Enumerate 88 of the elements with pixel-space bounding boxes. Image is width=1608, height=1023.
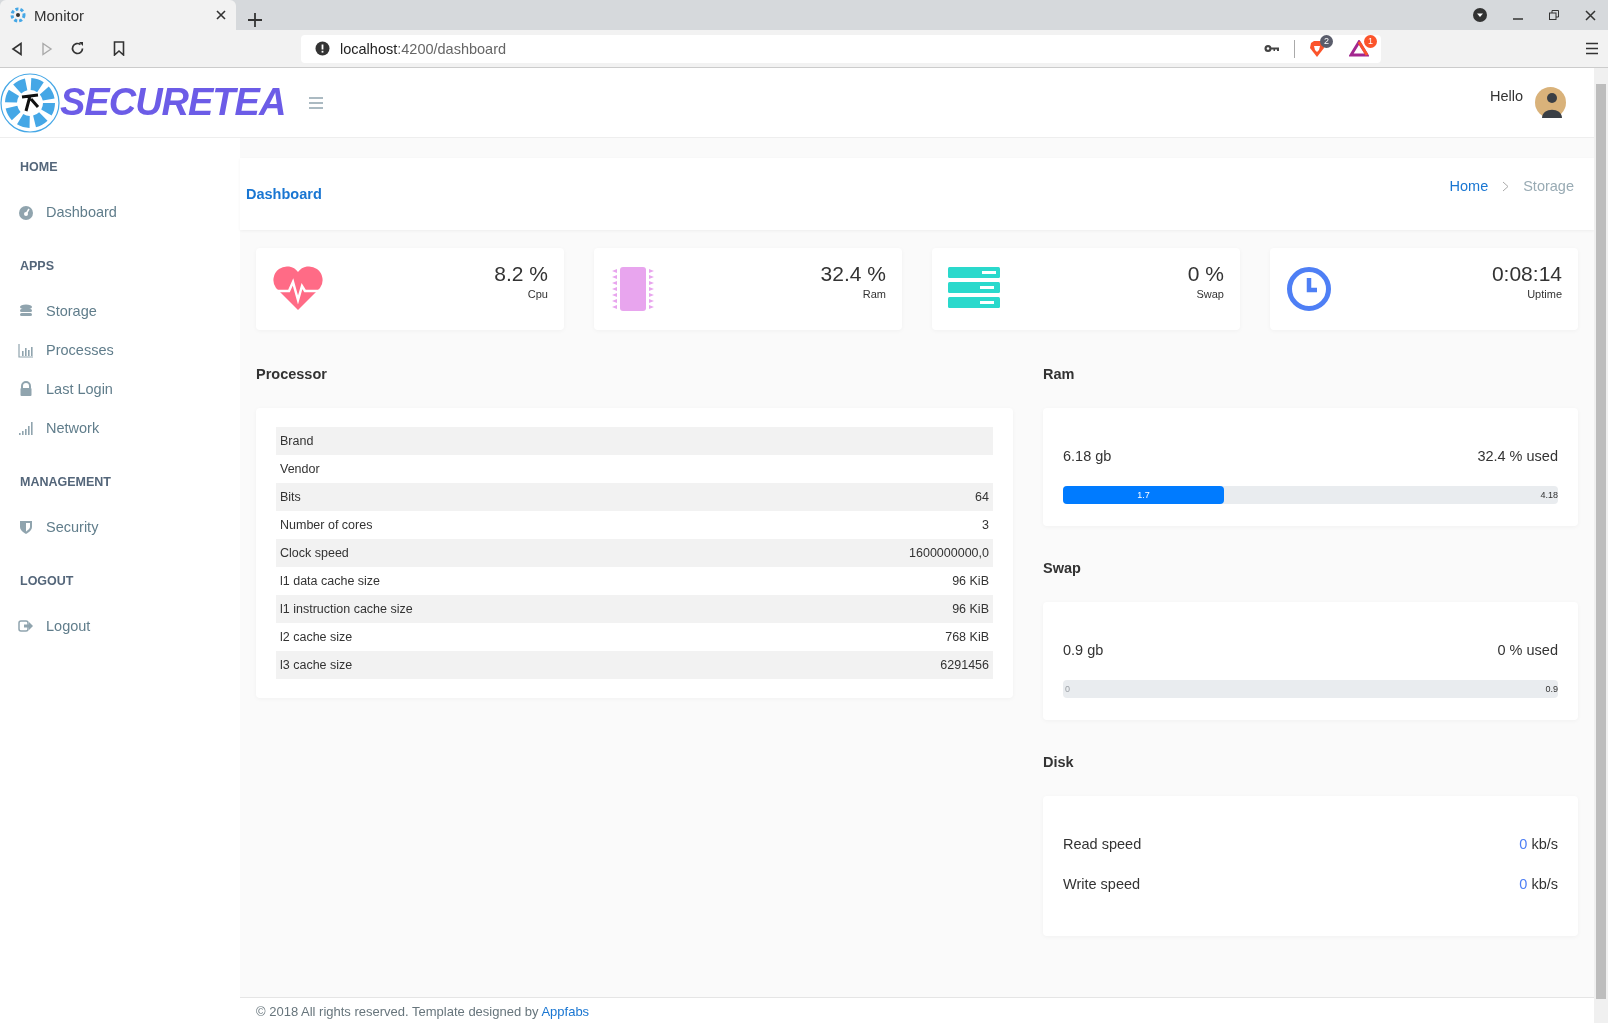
page-title: Dashboard xyxy=(246,186,322,202)
nav-section-title: HOME xyxy=(19,159,59,176)
table-cell: 1600000000,0 xyxy=(909,546,989,560)
memory-used: 32.4 % used xyxy=(1477,448,1558,464)
count-badge: 1 xyxy=(1364,35,1377,48)
stat-label: Swap xyxy=(1195,288,1224,300)
stat-label: Cpu xyxy=(526,288,548,300)
footer-link[interactable]: Appfabs xyxy=(541,1004,590,1019)
close-icon[interactable] xyxy=(216,10,226,20)
nav-item[interactable]: Security xyxy=(0,507,240,546)
memory-total: 6.18 gb xyxy=(1063,448,1112,464)
disk-speed: 0 kb/s xyxy=(1519,876,1558,892)
progress-max: 4.18 xyxy=(1540,489,1558,502)
reload-icon[interactable] xyxy=(70,41,85,56)
table-cell: Vendor xyxy=(280,462,320,476)
close-icon[interactable] xyxy=(1585,9,1596,21)
table-cell: Clock speed xyxy=(280,546,349,560)
progress-value: 0 xyxy=(1065,683,1070,696)
table-cell: l1 instruction cache size xyxy=(280,602,413,616)
footer-text: © 2018 All rights reserved. Template designed by Appfabs xyxy=(240,997,1594,1023)
stat-value: 32.4 % xyxy=(820,262,886,286)
table-cell: 768 KiB xyxy=(945,630,989,644)
table-cell: 3 xyxy=(982,518,989,532)
triangle-icon[interactable] xyxy=(1349,40,1369,57)
disk-speed: 0 kb/s xyxy=(1519,836,1558,852)
table-cell: 96 KiB xyxy=(952,574,989,588)
disk-label: Write speed xyxy=(1063,876,1141,892)
scrollbar[interactable] xyxy=(1594,68,1608,1023)
key-icon[interactable] xyxy=(1264,44,1280,53)
table-cell: l2 cache size xyxy=(280,630,353,644)
stat-value: 0 % xyxy=(1187,262,1224,286)
breadcrumb-link[interactable]: Home xyxy=(1449,178,1489,194)
memory-used: 0 % used xyxy=(1497,642,1558,658)
chevron-icon xyxy=(1502,181,1510,192)
table-cell: Bits xyxy=(280,490,301,504)
bookmark-icon[interactable] xyxy=(113,41,125,56)
logo-text: SECURETEA xyxy=(60,81,286,124)
progress-fill: 1.7 xyxy=(1063,486,1224,504)
restore-icon[interactable] xyxy=(1549,10,1559,20)
stat-value: 0:08:14 xyxy=(1491,262,1562,286)
section-title: Ram xyxy=(1043,365,1076,384)
nav-item[interactable]: Last Login xyxy=(0,369,240,408)
avatar-icon[interactable] xyxy=(1535,87,1566,118)
signal-icon xyxy=(18,419,34,436)
nav-item[interactable]: Logout xyxy=(0,606,240,645)
nav-item[interactable]: Storage xyxy=(0,291,240,330)
count-badge: 2 xyxy=(1320,34,1333,48)
gear-icon xyxy=(10,7,26,23)
progress-max: 0.9 xyxy=(1545,683,1558,696)
chip-icon xyxy=(610,265,656,313)
table-cell: 96 KiB xyxy=(952,602,989,616)
table-cell: l1 data cache size xyxy=(280,574,381,588)
gauge-icon xyxy=(18,203,34,220)
stat-value: 8.2 % xyxy=(494,262,548,286)
sign-out-icon xyxy=(18,617,34,634)
plus-icon[interactable] xyxy=(248,13,262,27)
table-cell: 6291456 xyxy=(940,658,989,672)
breadcrumb-current: Storage xyxy=(1523,178,1574,194)
lock-icon xyxy=(18,380,34,397)
table-cell: Number of cores xyxy=(280,518,373,532)
back-icon[interactable] xyxy=(10,41,24,56)
bar-chart-icon xyxy=(18,341,34,358)
stat-label: Ram xyxy=(861,288,886,300)
nav-item[interactable]: Dashboard xyxy=(0,192,240,231)
url-text[interactable]: localhost:4200/dashboard xyxy=(340,40,507,57)
clock-icon xyxy=(1286,266,1332,312)
disk-label: Read speed xyxy=(1063,836,1142,852)
server-icon xyxy=(948,267,1000,311)
table-cell: Brand xyxy=(280,434,314,448)
nav-section-title: LOGOUT xyxy=(19,573,75,590)
nav-section-title: MANAGEMENT xyxy=(19,474,112,491)
nav-item[interactable]: Network xyxy=(0,408,240,447)
database-icon xyxy=(18,302,34,319)
greeting-text: Hello xyxy=(1489,87,1523,104)
table-cell: 64 xyxy=(975,490,989,504)
section-title: Processor xyxy=(256,365,328,384)
stat-label: Uptime xyxy=(1526,288,1562,300)
nav-section-title: APPS xyxy=(19,258,56,275)
memory-total: 0.9 gb xyxy=(1063,642,1104,658)
section-title: Swap xyxy=(1043,559,1082,578)
dropdown-icon[interactable] xyxy=(1473,8,1487,22)
shield-icon xyxy=(18,518,34,535)
table-cell: l3 cache size xyxy=(280,658,353,672)
nav-item[interactable]: Processes xyxy=(0,330,240,369)
section-title: Disk xyxy=(1043,753,1075,772)
browser-tab[interactable]: Monitor xyxy=(0,0,236,30)
menu-icon[interactable] xyxy=(1586,42,1598,55)
info-icon[interactable] xyxy=(315,41,330,56)
